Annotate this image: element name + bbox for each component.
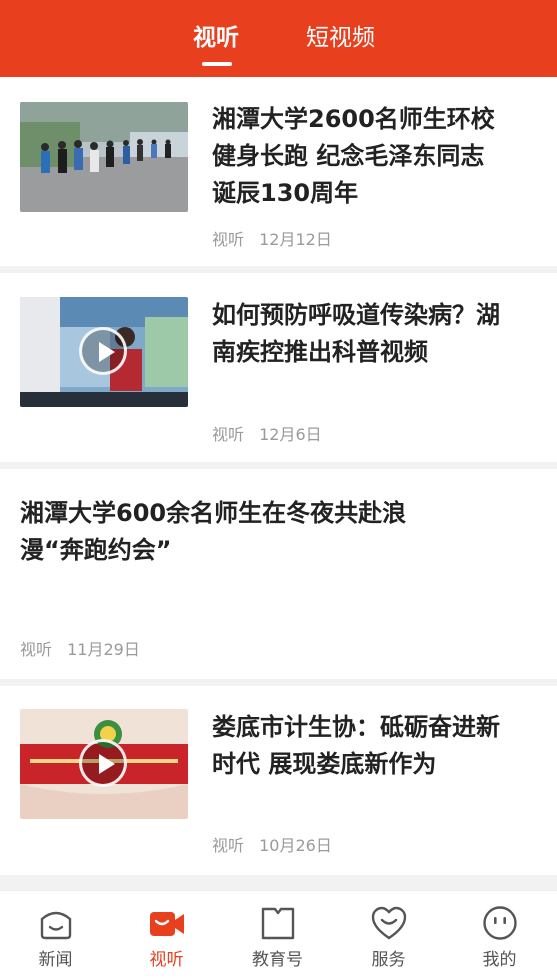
video-camera-icon <box>150 912 184 936</box>
nav-item-service[interactable]: 服务 <box>333 891 444 980</box>
nav-label: 视听 <box>149 950 184 970</box>
article-title[interactable]: 娄底市计生协：砥砺奋进新 时代 展现娄底新作为 <box>212 709 500 783</box>
play-icon[interactable] <box>79 327 127 375</box>
article-date: 11月29日 <box>67 640 140 659</box>
play-icon[interactable] <box>79 739 127 787</box>
article-source: 视听 <box>20 640 53 659</box>
book-icon <box>261 907 295 940</box>
bottom-tab-bar: 新闻 视听 教育号 服务 我的 <box>0 890 557 980</box>
article-title[interactable]: 如何预防呼吸道传染病？湖 南疾控推出科普视频 <box>212 297 500 371</box>
article-date: 12月6日 <box>259 425 322 444</box>
nav-item-news[interactable]: 新闻 <box>0 891 111 980</box>
nav-label: 教育号 <box>252 950 303 970</box>
article-card[interactable]: 湘潭大学2600名师生环校 健身长跑 纪念毛泽东同志 诞辰130周年 视听 12… <box>0 77 557 266</box>
tab-short-video[interactable]: 短视频 <box>306 22 375 54</box>
news-icon <box>40 911 72 940</box>
article-date: 10月26日 <box>259 836 332 855</box>
article-meta: 视听 10月26日 <box>212 835 332 857</box>
nav-item-profile[interactable]: 我的 <box>444 891 555 980</box>
article-thumbnail <box>20 709 188 819</box>
nav-item-video[interactable]: 视听 <box>111 891 222 980</box>
article-meta: 视听 12月12日 <box>212 229 332 251</box>
heart-icon <box>371 906 407 940</box>
article-title[interactable]: 湘潭大学2600名师生环校 健身长跑 纪念毛泽东同志 诞辰130周年 <box>212 101 495 212</box>
tab-video-audio[interactable]: 视听 <box>193 22 239 54</box>
article-thumbnail <box>20 102 188 212</box>
active-tab-indicator <box>202 62 232 66</box>
article-source: 视听 <box>212 425 245 444</box>
smiley-icon <box>483 906 517 940</box>
article-thumbnail <box>20 297 188 407</box>
article-title[interactable]: 湘潭大学600余名师生在冬夜共赴浪 漫“奔跑约会” <box>20 495 406 569</box>
nav-label: 我的 <box>482 950 517 970</box>
article-meta: 视听 11月29日 <box>20 639 140 661</box>
nav-label: 服务 <box>371 950 406 970</box>
article-date: 12月12日 <box>259 230 332 249</box>
article-card[interactable]: 娄底市计生协：砥砺奋进新 时代 展现娄底新作为 视听 10月26日 <box>0 686 557 875</box>
article-card[interactable]: 湘潭大学600余名师生在冬夜共赴浪 漫“奔跑约会” 视听 11月29日 <box>0 469 557 679</box>
top-tab-header: 视听 短视频 <box>0 0 557 77</box>
nav-item-education[interactable]: 教育号 <box>222 891 333 980</box>
article-source: 视听 <box>212 836 245 855</box>
article-card[interactable]: 如何预防呼吸道传染病？湖 南疾控推出科普视频 视听 12月6日 <box>0 273 557 462</box>
article-source: 视听 <box>212 230 245 249</box>
article-meta: 视听 12月6日 <box>212 424 322 446</box>
nav-label: 新闻 <box>38 950 73 970</box>
